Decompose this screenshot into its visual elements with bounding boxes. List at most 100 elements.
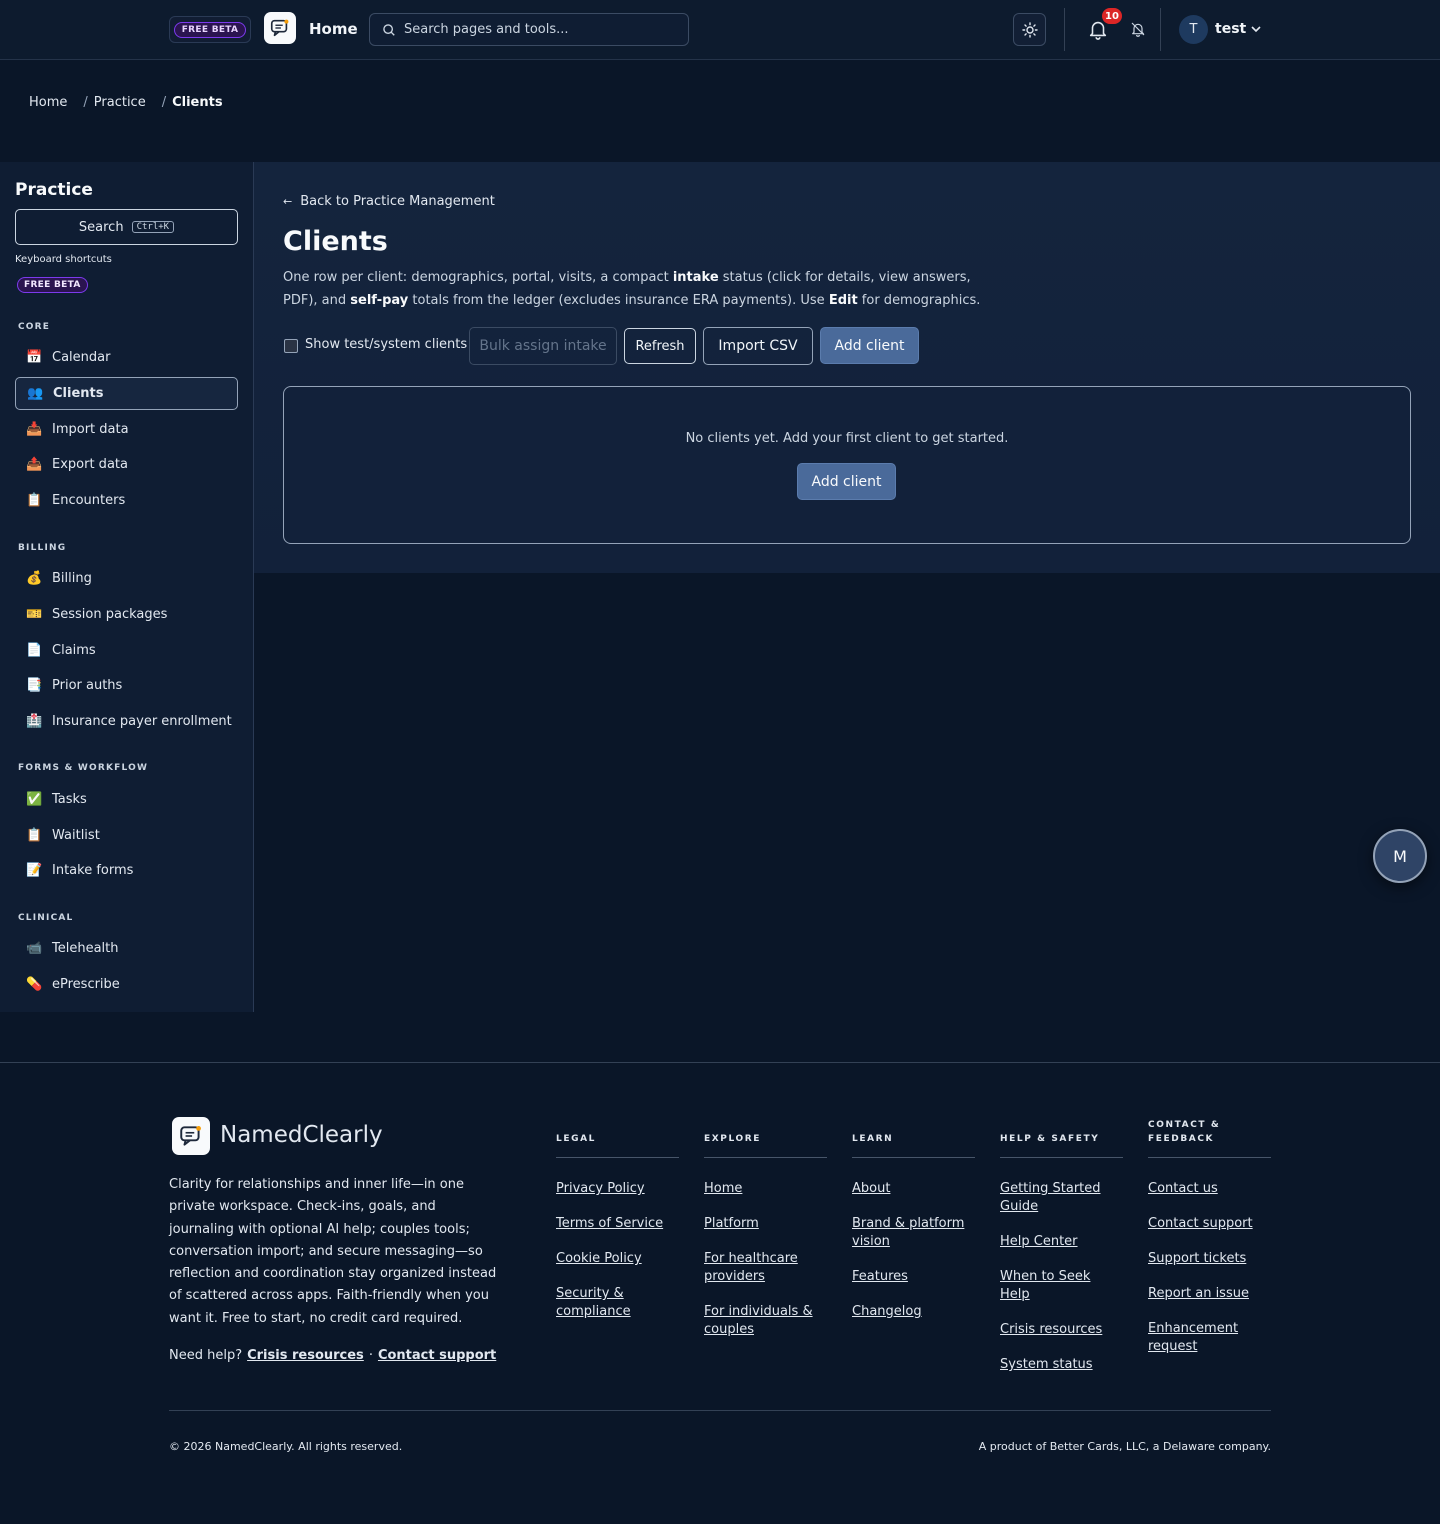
sidebar-item-eprescribe[interactable]: 💊 ePrescribe [15,968,238,1001]
sidebar-item-tasks[interactable]: ✅ Tasks [15,783,238,816]
user-avatar[interactable]: T [1179,15,1208,44]
footer-blurb: Clarity for relationships and inner life… [169,1177,497,1326]
sidebar-item-label: Import data [52,422,129,437]
sidebar-item-session-packages[interactable]: 🎫 Session packages [15,598,238,631]
app-logo[interactable] [264,12,296,44]
bell-off-icon[interactable] [1130,21,1146,37]
empty-state-message: No clients yet. Add your first client to… [685,431,1009,446]
footer-contact-support-link[interactable]: Contact support [378,1348,496,1363]
chat-logo-icon [270,19,289,37]
show-test-clients-label[interactable]: Show test/system clients [305,337,467,352]
footer-column-title: LEGAL [556,1118,679,1158]
back-link-label: Back to Practice Management [300,194,495,209]
user-menu-name[interactable]: test [1215,21,1246,37]
desc-text: for demographics. [857,293,981,308]
bulk-assign-intake-button[interactable]: Bulk assign intake [469,327,617,365]
breadcrumb-practice[interactable]: Practice [94,95,146,110]
sidebar-item-claims[interactable]: 📄 Claims [15,634,238,667]
page-title: Clients [283,226,388,257]
footer-link[interactable]: Terms of Service [556,1215,679,1233]
keyboard-shortcuts-link[interactable]: Keyboard shortcuts [15,254,112,265]
show-test-clients-checkbox[interactable] [284,339,298,353]
breadcrumb: Home / Practice / Clients [29,95,223,110]
document-icon: 📄 [26,643,43,658]
sidebar: Practice Search Ctrl+K Keyboard shortcut… [0,162,254,1012]
sidebar-item-prior-auths[interactable]: 📑 Prior auths [15,669,238,702]
sidebar-item-insurance-payer-enrollment[interactable]: 🏥 Insurance payer enrollment [15,705,238,738]
sidebar-item-label: Clients [53,386,104,401]
copyright-text: © 2026 NamedClearly. All rights reserved… [169,1440,403,1453]
refresh-button[interactable]: Refresh [624,328,696,364]
section-billing: BILLING [18,543,67,553]
back-to-practice-link[interactable]: ← Back to Practice Management [283,194,495,209]
chevron-down-icon[interactable] [1250,23,1262,35]
footer-bottom-divider [169,1410,1271,1411]
sidebar-item-telehealth[interactable]: 📹 Telehealth [15,932,238,965]
footer-column-explore: EXPLORE Home Platform For healthcare pro… [704,1118,827,1356]
footer-link[interactable]: Features [852,1268,975,1286]
sidebar-item-intake-forms[interactable]: 📝 Intake forms [15,854,238,887]
footer-link[interactable]: For individuals & couples [704,1303,827,1339]
sidebar-item-label: Waitlist [52,828,100,843]
footer-logo[interactable] [172,1117,210,1155]
sidebar-item-calendar[interactable]: 📅 Calendar [15,341,238,374]
footer-help-line: Need help? Crisis resources · Contact su… [169,1348,496,1363]
footer-link[interactable]: System status [1000,1356,1123,1374]
footer-link[interactable]: About [852,1180,975,1198]
sidebar-item-waitlist[interactable]: 📋 Waitlist [15,819,238,852]
footer-link[interactable]: For healthcare providers [704,1250,827,1286]
footer-link[interactable]: Home [704,1180,827,1198]
footer-brand-name: NamedClearly [220,1122,383,1148]
sidebar-item-label: Insurance payer enrollment [52,714,232,729]
import-csv-button[interactable]: Import CSV [703,327,813,365]
video-camera-icon: 📹 [26,941,43,956]
sidebar-item-billing[interactable]: 💰 Billing [15,562,238,595]
empty-state-card: No clients yet. Add your first client to… [283,386,1411,544]
ticket-icon: 🎫 [26,607,43,622]
desc-bold: self-pay [350,293,409,308]
floating-assistant-button[interactable]: M [1373,829,1427,883]
footer-link[interactable]: Brand & platform vision [852,1215,975,1251]
add-client-button[interactable]: Add client [820,327,919,364]
sidebar-item-clients[interactable]: 👥 Clients [15,377,238,410]
theme-toggle-button[interactable] [1013,13,1046,46]
sidebar-search-button[interactable]: Search Ctrl+K [15,209,238,245]
footer-link[interactable]: Report an issue [1148,1285,1271,1303]
footer-link[interactable]: Cookie Policy [556,1250,679,1268]
footer-link[interactable]: Platform [704,1215,827,1233]
footer-link[interactable]: Enhancement request [1148,1320,1271,1356]
footer-link[interactable]: Support tickets [1148,1250,1271,1268]
footer-link[interactable]: Contact us [1148,1180,1271,1198]
page-description: One row per client: demographics, portal… [283,266,1003,312]
money-bag-icon: 💰 [26,571,43,586]
global-search-input[interactable]: Search pages and tools... [369,13,689,46]
footer-link[interactable]: Crisis resources [1000,1321,1123,1339]
desc-bold: Edit [828,293,858,308]
sidebar-item-export-data[interactable]: 📤 Export data [15,448,238,481]
company-text: A product of Better Cards, LLC, a Delawa… [978,1440,1271,1453]
sidebar-item-label: Session packages [52,607,168,622]
footer-link[interactable]: Getting Started Guide [1000,1180,1123,1216]
sidebar-item-encounters[interactable]: 📋 Encounters [15,484,238,517]
footer-column-title: HELP & SAFETY [1000,1118,1123,1158]
sidebar-title: Practice [15,180,93,200]
footer-link[interactable]: Security & compliance [556,1285,679,1321]
search-placeholder: Search pages and tools... [404,22,569,37]
footer-link[interactable]: Changelog [852,1303,975,1321]
empty-state-add-client-button[interactable]: Add client [797,463,896,500]
breadcrumb-current: Clients [172,95,223,110]
outbox-tray-icon: 📤 [26,457,43,472]
inbox-tray-icon: 📥 [26,422,43,437]
clipboard-icon: 📋 [26,493,43,508]
footer-crisis-link[interactable]: Crisis resources [247,1348,364,1363]
breadcrumb-home[interactable]: Home [29,95,67,110]
footer-link[interactable]: When to Seek Help [1000,1268,1123,1304]
footer-link[interactable]: Contact support [1148,1215,1271,1233]
bookmark-tabs-icon: 📑 [26,678,43,693]
sidebar-item-import-data[interactable]: 📥 Import data [15,413,238,446]
footer-link[interactable]: Help Center [1000,1233,1123,1251]
desc-text: totals from the ledger (excludes insuran… [408,293,829,308]
keyboard-shortcut-hint: Ctrl+K [131,221,175,233]
home-link[interactable]: Home [309,20,358,38]
footer-link[interactable]: Privacy Policy [556,1180,679,1198]
